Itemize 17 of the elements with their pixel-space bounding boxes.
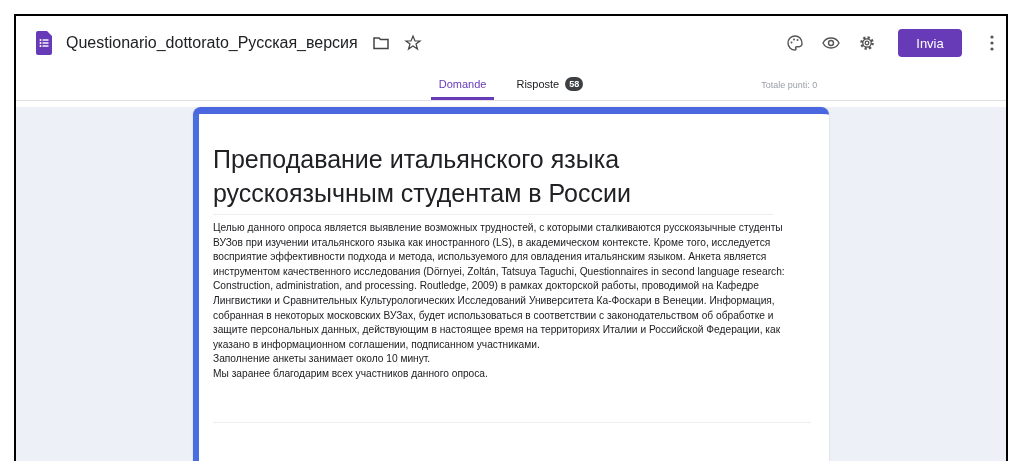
more-menu-icon[interactable] xyxy=(990,34,994,52)
form-description[interactable]: Мы заранее благодарим всех участников данного опроса. xyxy=(213,366,798,382)
response-count-badge: 58 xyxy=(565,76,584,91)
folder-icon[interactable] xyxy=(371,34,390,52)
tab[interactable]: Risposte 58 xyxy=(508,70,592,100)
star-icon[interactable] xyxy=(403,34,422,52)
total-points-label: Totale punti: 0 xyxy=(761,80,819,90)
document-title[interactable]: Questionario_dottorato_Русская_версия xyxy=(66,34,358,52)
form-description[interactable]: Целью данного опроса является выявление возможных трудностей, с которыми сталкиваются русскоязычные студенты ВУЗов при изучении итальянского языка как иностранного (LS), в академическом контексте. Кроме того, исследуется восприятие эффективности подхода и метода, используемого для овладения итальянским языком. Анкета является инструментом качественного исследования (Dörnyei, Zoltán, Tatsuya Taguchi, Questionnaires in second language research: Construction, administration, and processing. Routledge, 2009) в рамках докторской работы, проводимой на Кафедре Лингвистики и Сравнительных Культурологических Исследований Университета Ка-Фоскари в Венеции. Информация, собранная в некоторых московских ВУЗах, будет использоваться в соответствии с законодательством об обработке и защите персональных данных, действующим в настоящее время на территориях Италии и Российской Федерации, как указано в информационном соглашении, подписанном участниками. xyxy=(213,221,798,353)
forms-logo-icon[interactable] xyxy=(36,31,52,55)
tab[interactable]: Domande xyxy=(430,70,495,100)
form-title[interactable]: Преподавание итальянского языка русскоязычным студентам в России xyxy=(213,142,773,215)
send-button[interactable]: Invia xyxy=(898,29,962,57)
palette-icon[interactable] xyxy=(786,34,804,52)
form-description[interactable]: Заполнение анкеты занимает около 10 минут. xyxy=(213,352,798,367)
eye-icon[interactable] xyxy=(822,34,840,52)
settings-icon[interactable] xyxy=(858,34,876,52)
